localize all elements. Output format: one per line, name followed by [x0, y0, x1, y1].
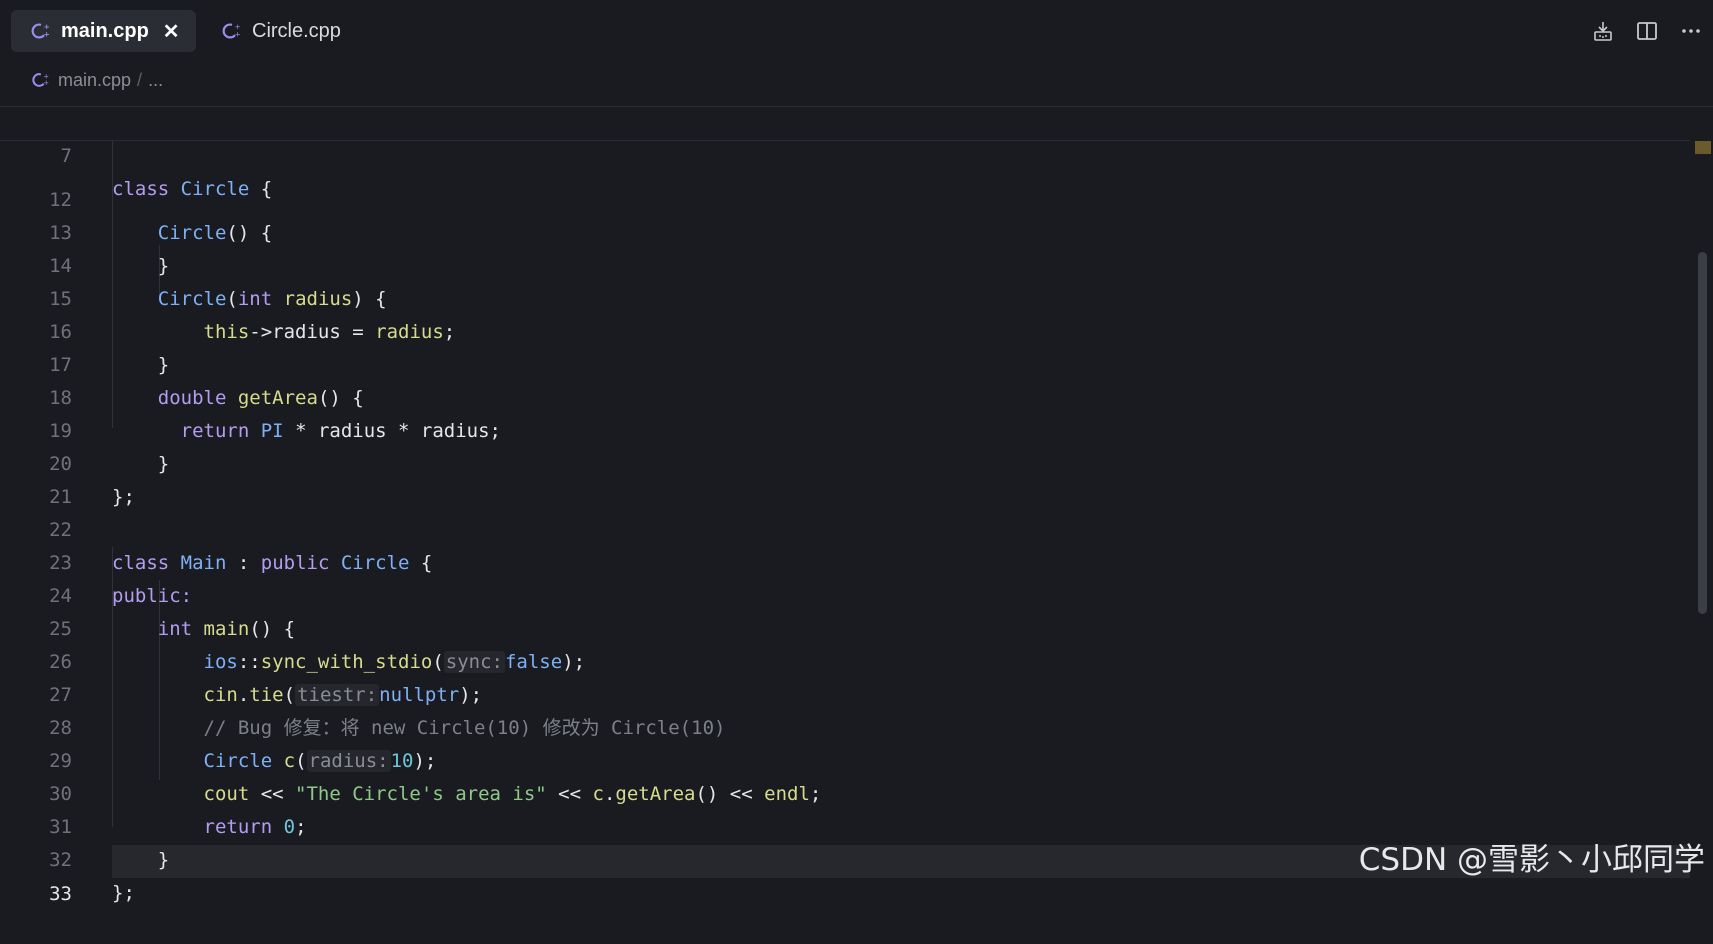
code-line: 30 return 0; [0, 745, 1690, 838]
code-line: 22 class Main : public Circle { [0, 481, 1690, 574]
code-line: 27 // Bug 修复：将 new Circle(10) 修改为 Circle… [0, 646, 1690, 739]
vertical-scrollbar[interactable] [1698, 252, 1707, 614]
code-line: 24 int main() { [0, 547, 1690, 640]
code-line: 31 } [0, 778, 1690, 871]
code-line: 23 public: [0, 514, 1690, 607]
sticky-scroll-header[interactable]: 7 class Circle { [0, 107, 1690, 200]
sticky-code: class Circle { [112, 178, 273, 200]
code-line: 14 Circle(int radius) { [0, 217, 1690, 310]
code-line: 29 cout << "The Circle's area is" << c.g… [0, 712, 1690, 805]
code-line: 25 ios::sync_with_stdio(sync: false); [0, 580, 1690, 673]
code-line: 21 [0, 448, 1690, 508]
sticky-line: 7 class Circle { [0, 107, 1690, 200]
code-line: 28 Circle c(radius: 10); [0, 679, 1690, 772]
code-text: }; [112, 882, 135, 904]
code-line: 19 } [0, 382, 1690, 475]
code-line: 20 }; [0, 415, 1690, 508]
code-line: 16 } [0, 283, 1690, 376]
line-number: 33 [49, 883, 72, 905]
code-line: 26 cin.tie(tiestr: nullptr); [0, 613, 1690, 706]
code-line: 15 this->radius = radius; [0, 250, 1690, 343]
line-number: 7 [60, 145, 72, 167]
code-editor[interactable]: 12 Circle() { 13 } 14 Circle(int radius)… [0, 0, 1690, 905]
watermark: CSDN @雪影丶小邱同学 [1358, 842, 1705, 878]
code-line: 17 double getArea() { [0, 316, 1690, 409]
scrollbar-marker [1695, 141, 1711, 154]
code-line: 18 return PI * radius * radius; [0, 349, 1690, 442]
